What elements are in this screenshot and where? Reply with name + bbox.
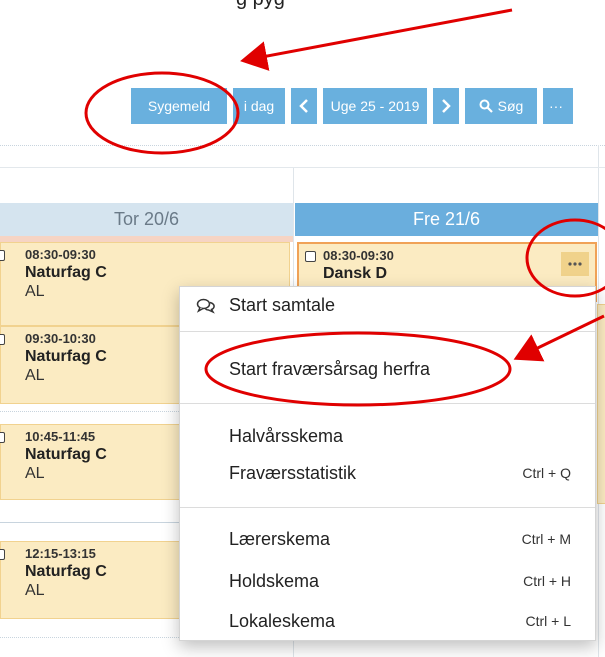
week-selector[interactable]: Uge 25 - 2019	[323, 88, 427, 124]
menu-item-label: Holdskema	[229, 570, 320, 591]
menu-separator	[180, 331, 595, 332]
context-menu: Start samtale Start fraværsårsag herfra …	[179, 286, 596, 641]
menu-item-label: Lærerskema	[229, 528, 331, 549]
lesson-time: 08:30-09:30	[323, 248, 394, 263]
prev-week-button[interactable]	[291, 88, 317, 124]
search-icon	[479, 99, 493, 113]
menu-item-label: Start samtale	[229, 294, 336, 315]
menu-item-label: Start fraværsårsag herfra	[229, 358, 431, 379]
menu-item-fravaersstatistik[interactable]: Fraværsstatistik Ctrl + Q	[180, 455, 595, 491]
more-dots-icon	[568, 262, 582, 266]
menu-item-shortcut: Ctrl + M	[521, 531, 571, 547]
lesson-subject: Dansk D	[323, 265, 388, 282]
lesson-checkbox[interactable]	[0, 250, 5, 261]
menu-item-shortcut: Ctrl + Q	[522, 465, 571, 481]
sygemeld-button[interactable]: Sygemeld	[131, 88, 227, 124]
menu-item-label: Halvårsskema	[229, 425, 344, 446]
search-label: Søg	[497, 98, 524, 114]
search-button[interactable]: Søg	[465, 88, 537, 124]
today-button[interactable]: i dag	[233, 88, 285, 124]
lesson-checkbox[interactable]	[0, 334, 5, 345]
menu-item-label: Lokaleskema	[229, 610, 336, 631]
annotation-arrow	[240, 8, 513, 71]
menu-item-laererskema[interactable]: Lærerskema Ctrl + M	[180, 521, 595, 557]
menu-item-start-fravaersaarsag[interactable]: Start fraværsårsag herfra	[180, 351, 595, 387]
lesson-card-edge	[597, 304, 605, 504]
lesson-checkbox[interactable]	[0, 549, 5, 560]
menu-item-label: Fraværsstatistik	[229, 462, 357, 483]
menu-item-shortcut: Ctrl + L	[525, 613, 571, 629]
chevron-right-icon	[442, 99, 451, 113]
next-week-button[interactable]	[433, 88, 459, 124]
divider	[0, 167, 605, 168]
menu-separator	[180, 403, 595, 404]
lesson-checkbox[interactable]	[0, 432, 5, 443]
menu-item-shortcut: Ctrl + H	[523, 573, 571, 589]
lesson-menu-button[interactable]	[561, 252, 589, 276]
divider	[0, 145, 605, 146]
menu-separator	[180, 507, 595, 508]
day-header-friday[interactable]: Fre 21/6	[295, 203, 598, 236]
chat-icon	[196, 298, 215, 314]
menu-item-start-samtale[interactable]: Start samtale	[180, 287, 595, 323]
lesson-subject: Naturfag C	[25, 264, 107, 281]
menu-item-lokaleskema[interactable]: Lokaleskema Ctrl + L	[180, 603, 595, 639]
lesson-checkbox[interactable]	[305, 251, 316, 262]
more-button[interactable]: ···	[543, 88, 573, 124]
menu-item-holdskema[interactable]: Holdskema Ctrl + H	[180, 563, 595, 599]
cropped-top-text: g pyg	[236, 0, 285, 11]
menu-item-halvaarsskema[interactable]: Halvårsskema	[180, 418, 595, 454]
day-header-thursday[interactable]: Tor 20/6	[0, 203, 293, 236]
toolbar: Sygemeld i dag Uge 25 - 2019 Søg ···	[131, 88, 573, 124]
lesson-time: 08:30-09:30	[25, 247, 96, 262]
chevron-left-icon	[299, 99, 308, 113]
